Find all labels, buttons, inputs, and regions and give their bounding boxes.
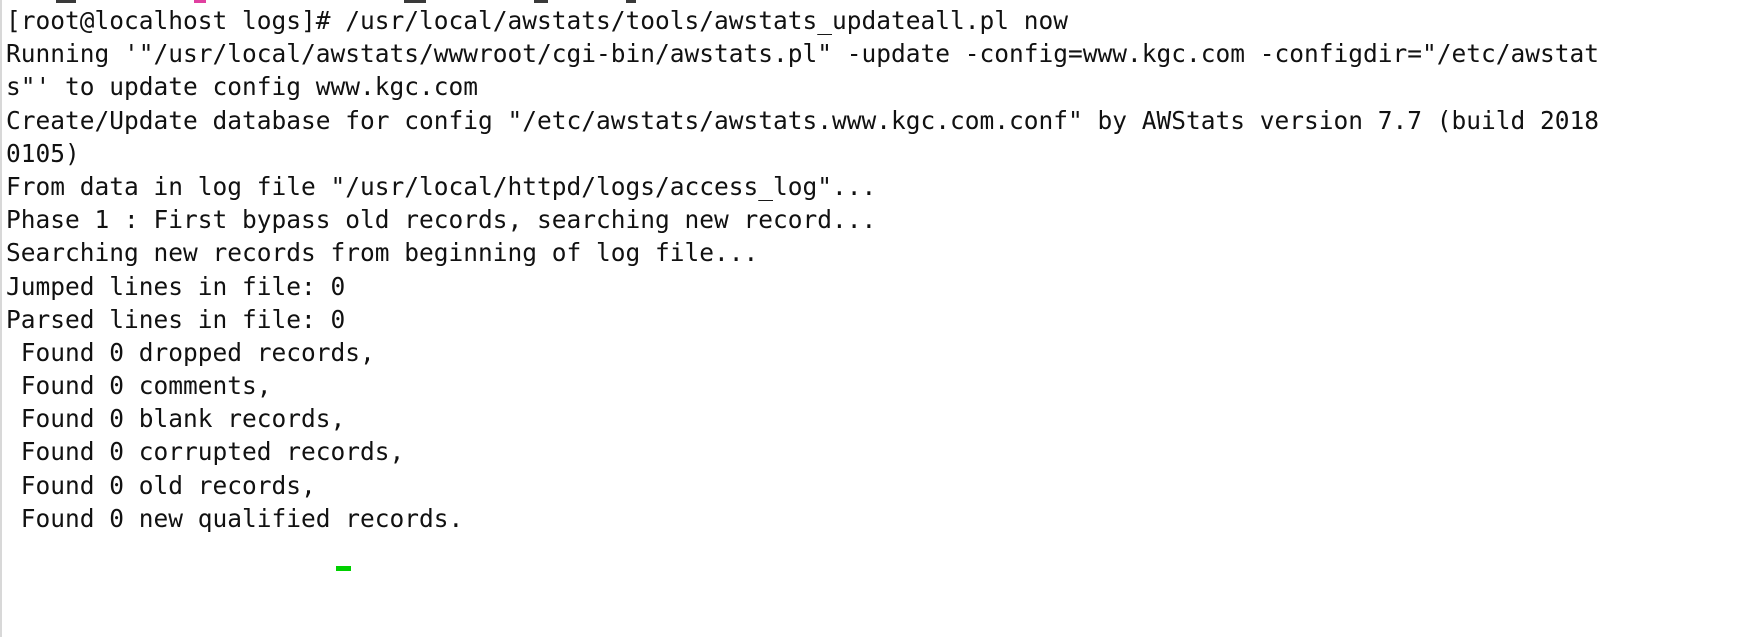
output-line: Found 0 corrupted records, — [6, 437, 405, 467]
output-line: Found 0 blank records, — [6, 404, 346, 434]
window-border — [0, 0, 2, 637]
command-prompt-line: [root@localhost logs]# /usr/local/awstat… — [6, 6, 1069, 35]
output-line: s"' to update config www.kgc.com — [6, 72, 479, 102]
output-line: Found 0 old records, — [6, 470, 316, 500]
output-line: Found 0 new qualified records. — [6, 503, 464, 533]
terminal-cursor — [336, 566, 351, 571]
output-line: Jumped lines in file: 0 — [6, 271, 346, 301]
output-line: Running '"/usr/local/awstats/wwwroot/cgi… — [6, 39, 1600, 69]
terminal-output[interactable]: [root@localhost logs]# /usr/local/awstat… — [6, 4, 1744, 535]
output-line: 0105) — [6, 138, 80, 168]
output-line: Searching new records from beginning of … — [6, 238, 759, 268]
terminal-window[interactable]: [root@localhost logs]# /usr/local/awstat… — [0, 0, 1748, 637]
output-line: Found 0 dropped records, — [6, 337, 375, 367]
output-line: From data in log file "/usr/local/httpd/… — [6, 171, 877, 201]
output-line: Phase 1 : First bypass old records, sear… — [6, 205, 877, 235]
output-line: Create/Update database for config "/etc/… — [6, 105, 1600, 135]
output-line: Parsed lines in file: 0 — [6, 304, 346, 334]
output-line: Found 0 comments, — [6, 371, 272, 401]
